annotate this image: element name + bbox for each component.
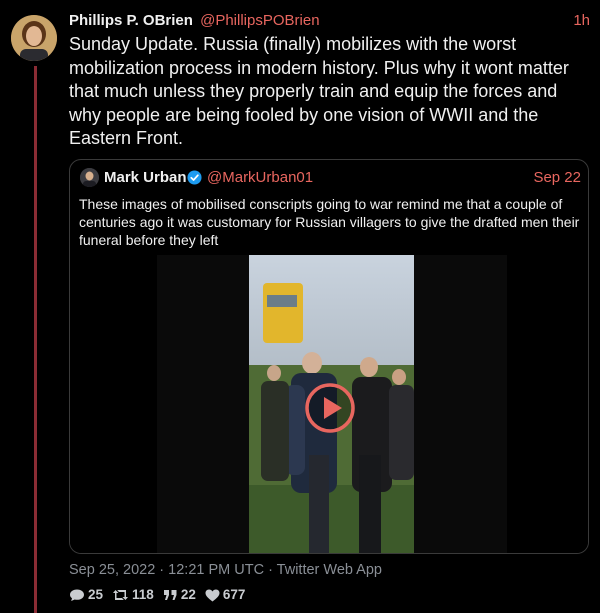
retweet-icon	[113, 590, 129, 600]
tweet-text: Sunday Update. Russia (finally) mobilize…	[69, 34, 569, 148]
quoted-author-name[interactable]: Mark Urban	[104, 168, 187, 188]
author-handle[interactable]: @PhillipsPOBrien	[200, 12, 319, 29]
like-stat[interactable]: 677	[205, 585, 246, 605]
reply-stat[interactable]: 25	[69, 585, 103, 605]
author-avatar[interactable]	[11, 15, 57, 61]
play-icon[interactable]	[305, 383, 355, 433]
heart-icon	[205, 589, 220, 601]
retweet-stat[interactable]: 118	[112, 585, 154, 605]
quoted-author-handle[interactable]: @MarkUrban01	[207, 168, 313, 188]
tweet-meta: Sep 25, 2022 · 12:21 PM UTC · Twitter We…	[69, 562, 382, 578]
quote-stat[interactable]: 22	[163, 585, 196, 605]
quoted-tweet[interactable]: Mark Urban @MarkUrban01 Sep 22 These ima…	[69, 159, 589, 554]
verified-icon	[187, 170, 202, 185]
quoted-text: These images of mobilised conscripts goi…	[79, 196, 580, 248]
tweet-time[interactable]: 1h	[573, 11, 590, 31]
reply-icon	[70, 589, 84, 601]
retweet-count: 118	[132, 587, 154, 602]
video-player[interactable]	[70, 255, 588, 553]
author-name[interactable]: Phillips P. OBrien	[69, 12, 193, 29]
quoted-date[interactable]: Sep 22	[533, 168, 581, 188]
like-count: 677	[222, 587, 246, 602]
tweet-header: Phillips P. OBrien @PhillipsPOBrien 1h	[69, 11, 590, 31]
quote-icon	[163, 589, 177, 600]
thread-line	[34, 66, 37, 613]
quoted-author-avatar[interactable]	[80, 168, 99, 187]
tweet-stats: 25 118 22 677	[69, 585, 254, 605]
reply-count: 25	[88, 587, 104, 602]
quote-count: 22	[180, 587, 196, 602]
